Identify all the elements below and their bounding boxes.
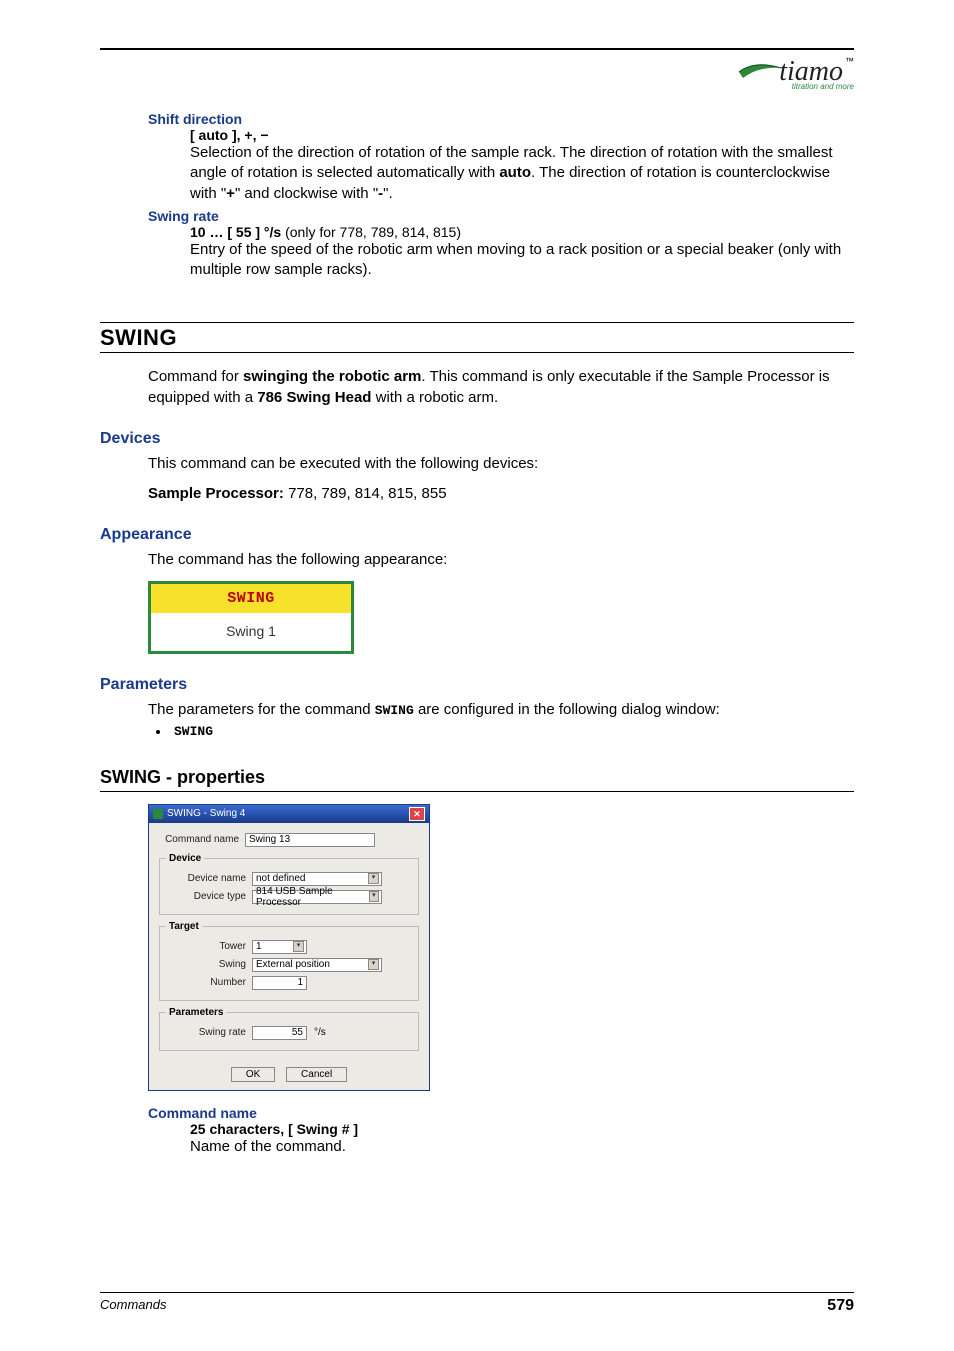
target-legend: Target (166, 921, 202, 932)
logo-swoosh-icon (737, 58, 783, 86)
chevron-down-icon: ▾ (369, 891, 379, 902)
swing-intro: Command for swinging the robotic arm. Th… (148, 367, 854, 408)
command-name-input[interactable] (245, 833, 375, 847)
param-shift-direction-desc: Selection of the direction of rotation o… (190, 143, 854, 204)
dialog-title: SWING - Swing 4 (167, 808, 409, 819)
devices-line: This command can be executed with the fo… (148, 454, 854, 474)
device-type-label: Device type (166, 891, 252, 902)
command-name-param-range: 25 characters, [ Swing # ] (190, 1121, 854, 1137)
close-icon[interactable]: ✕ (409, 807, 425, 821)
parameters-heading: Parameters (100, 676, 854, 694)
footer-section: Commands (100, 1297, 166, 1315)
params-legend: Parameters (166, 1007, 226, 1018)
swing-select[interactable]: External position▾ (252, 958, 382, 972)
appearance-heading: Appearance (100, 526, 854, 544)
number-input[interactable] (252, 976, 307, 990)
command-name-param-label: Command name (148, 1105, 854, 1121)
footer-page-number: 579 (827, 1297, 854, 1315)
parameters-line: The parameters for the command SWING are… (148, 700, 854, 720)
logo-tm: ™ (845, 56, 854, 66)
brand-logo: tiamo™ titration and more (100, 56, 854, 93)
parameters-bullet-swing: SWING (170, 724, 854, 739)
ok-button[interactable]: OK (231, 1067, 275, 1082)
page-footer: Commands 579 (100, 1292, 854, 1315)
section-swing-title: SWING (100, 325, 854, 351)
swing-block-header: SWING (151, 584, 351, 613)
swing-label: Swing (166, 959, 252, 970)
swing-properties-dialog: SWING - Swing 4 ✕ Command name Device De… (148, 804, 430, 1091)
command-name-label: Command name (159, 834, 245, 845)
param-swing-rate-range: 10 … [ 55 ] °/s (only for 778, 789, 814,… (190, 224, 854, 240)
chevron-down-icon: ▾ (368, 959, 379, 970)
param-swing-rate-desc: Entry of the speed of the robotic arm wh… (190, 240, 854, 281)
param-shift-direction-range: [ auto ], +, − (190, 127, 854, 143)
devices-heading: Devices (100, 430, 854, 448)
number-label: Number (166, 977, 252, 988)
device-type-select[interactable]: 814 USB Sample Processor▾ (252, 890, 382, 904)
swing-block-widget: SWING Swing 1 (148, 581, 354, 654)
swing-rate-label: Swing rate (166, 1027, 252, 1038)
cancel-button[interactable]: Cancel (286, 1067, 347, 1082)
param-shift-direction-label: Shift direction (148, 111, 854, 127)
device-name-select[interactable]: not defined▾ (252, 872, 382, 886)
swing-block-body: Swing 1 (151, 613, 351, 651)
swing-rate-input[interactable] (252, 1026, 307, 1040)
devices-list: Sample Processor: 778, 789, 814, 815, 85… (148, 484, 854, 504)
swing-properties-heading: SWING - properties (100, 767, 854, 792)
device-name-label: Device name (166, 873, 252, 884)
tower-label: Tower (166, 941, 252, 952)
chevron-down-icon: ▾ (368, 873, 379, 884)
chevron-down-icon: ▾ (293, 941, 304, 952)
dialog-app-icon (153, 809, 163, 819)
device-legend: Device (166, 853, 204, 864)
param-swing-rate-label: Swing rate (148, 208, 854, 224)
tower-select[interactable]: 1▾ (252, 940, 307, 954)
swing-rate-unit: °/s (314, 1027, 326, 1038)
command-name-param-desc: Name of the command. (190, 1137, 854, 1157)
appearance-line: The command has the following appearance… (148, 550, 854, 570)
